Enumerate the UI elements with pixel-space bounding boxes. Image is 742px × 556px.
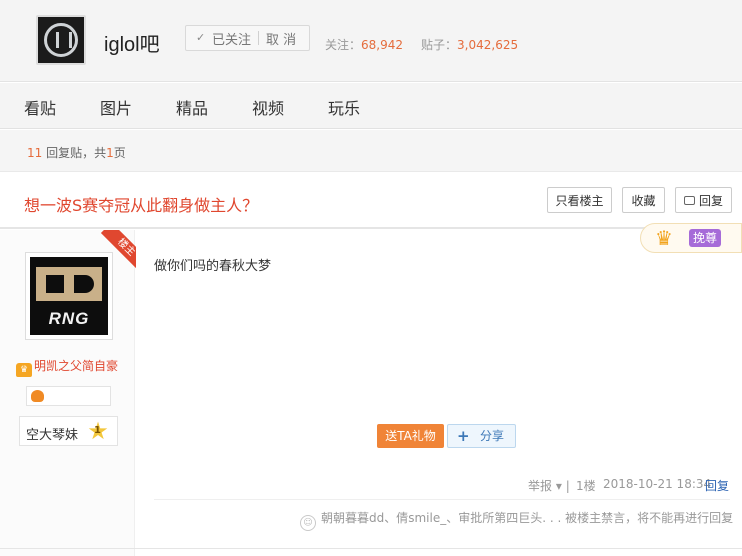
crown-support-badge[interactable]: ♛ 挽尊 — [640, 223, 742, 253]
rng-logo-mark — [36, 267, 102, 301]
share-button[interactable]: + 分享 — [447, 424, 516, 448]
tab-images[interactable]: 图片 — [100, 95, 132, 119]
author-name[interactable]: ♛ 明凯之父简自豪 — [16, 357, 118, 377]
divider — [154, 499, 730, 500]
member-crown-icon: ♛ — [16, 363, 32, 377]
posts-label: 贴子： — [421, 38, 458, 52]
divider — [258, 31, 260, 45]
follow-status-box: ✓ 已关注 取 消 — [185, 25, 310, 51]
forum-logo-icon[interactable] — [36, 15, 86, 65]
comment-icon — [683, 195, 695, 205]
forum-header: iglol吧 ✓ 已关注 取 消 关注：68,942 贴子：3,042,625 — [0, 0, 742, 82]
thread-title: 想一波S赛夺冠从此翻身做主人？ — [24, 196, 259, 215]
tab-featured[interactable]: 精品 — [176, 95, 208, 119]
post-datetime: 2018-10-21 18:34 — [603, 477, 712, 491]
followers-count: 68,942 — [361, 38, 404, 52]
thread-title-bar: 想一波S赛夺冠从此翻身做主人？ 只看楼主 收藏 回复 — [0, 173, 742, 229]
forum-nav: 看贴 图片 精品 视频 玩乐 — [0, 83, 742, 129]
followed-label: 已关注 — [212, 32, 252, 48]
only-op-button[interactable]: 只看楼主 — [547, 187, 612, 213]
check-icon: ✓ — [196, 31, 206, 44]
tab-fun[interactable]: 玩乐 — [328, 95, 360, 119]
floor-number: 1楼 — [576, 479, 596, 493]
forum-name[interactable]: iglol吧 — [104, 28, 160, 57]
thumb-icon: ☺ — [300, 515, 316, 531]
support-label: 挽尊 — [689, 229, 722, 247]
author-column: RNG 楼主 ♛ 明凯之父简自豪 空大琴妹 ★ 1 — [0, 230, 136, 556]
report-link[interactable]: 举报 ▾ | — [528, 477, 570, 494]
crown-icon: ♛ — [655, 226, 673, 250]
send-gift-button[interactable]: 送TA礼物 — [377, 424, 444, 448]
tab-posts[interactable]: 看贴 — [24, 95, 56, 119]
flame-badge-icon — [31, 390, 44, 402]
level-box[interactable]: 空大琴妹 ★ 1 — [19, 416, 118, 446]
divider — [0, 548, 742, 549]
likers-line: ☺ 朝朝暮暮dd、倩smile_、审批所第四巨头. . . 被楼主禁言，将不能再进… — [300, 509, 733, 531]
level-number: 1 — [94, 425, 101, 436]
plus-icon: + — [457, 427, 470, 445]
post-floor-1: RNG 楼主 ♛ 明凯之父简自豪 空大琴妹 ★ 1 ♛ 挽尊 做你们吗的春秋大梦 … — [0, 223, 742, 556]
post-content: 做你们吗的春秋大梦 — [154, 259, 272, 274]
posts-count: 3,042,625 — [457, 38, 519, 52]
dropdown-arrow-icon: ▾ — [555, 479, 562, 493]
favorite-button[interactable]: 收藏 — [622, 187, 665, 213]
reply-count-bar: 11 回复贴，共1页 — [0, 130, 742, 172]
forum-stats: 关注：68,942 贴子：3,042,625 — [325, 36, 518, 53]
op-ribbon: 楼主 — [96, 230, 136, 270]
tab-videos[interactable]: 视频 — [252, 95, 284, 119]
followers-label: 关注： — [325, 38, 362, 52]
avatar-logo-text: RNG — [48, 309, 90, 328]
reply-button[interactable]: 回复 — [675, 187, 732, 213]
unfollow-button[interactable]: 取 消 — [266, 29, 296, 48]
badge-box[interactable] — [26, 386, 111, 406]
reply-count: 11 回复贴，共1页 — [27, 146, 126, 160]
floor-reply-link[interactable]: 回复 — [705, 477, 729, 494]
level-name: 空大琴妹 — [26, 428, 79, 443]
